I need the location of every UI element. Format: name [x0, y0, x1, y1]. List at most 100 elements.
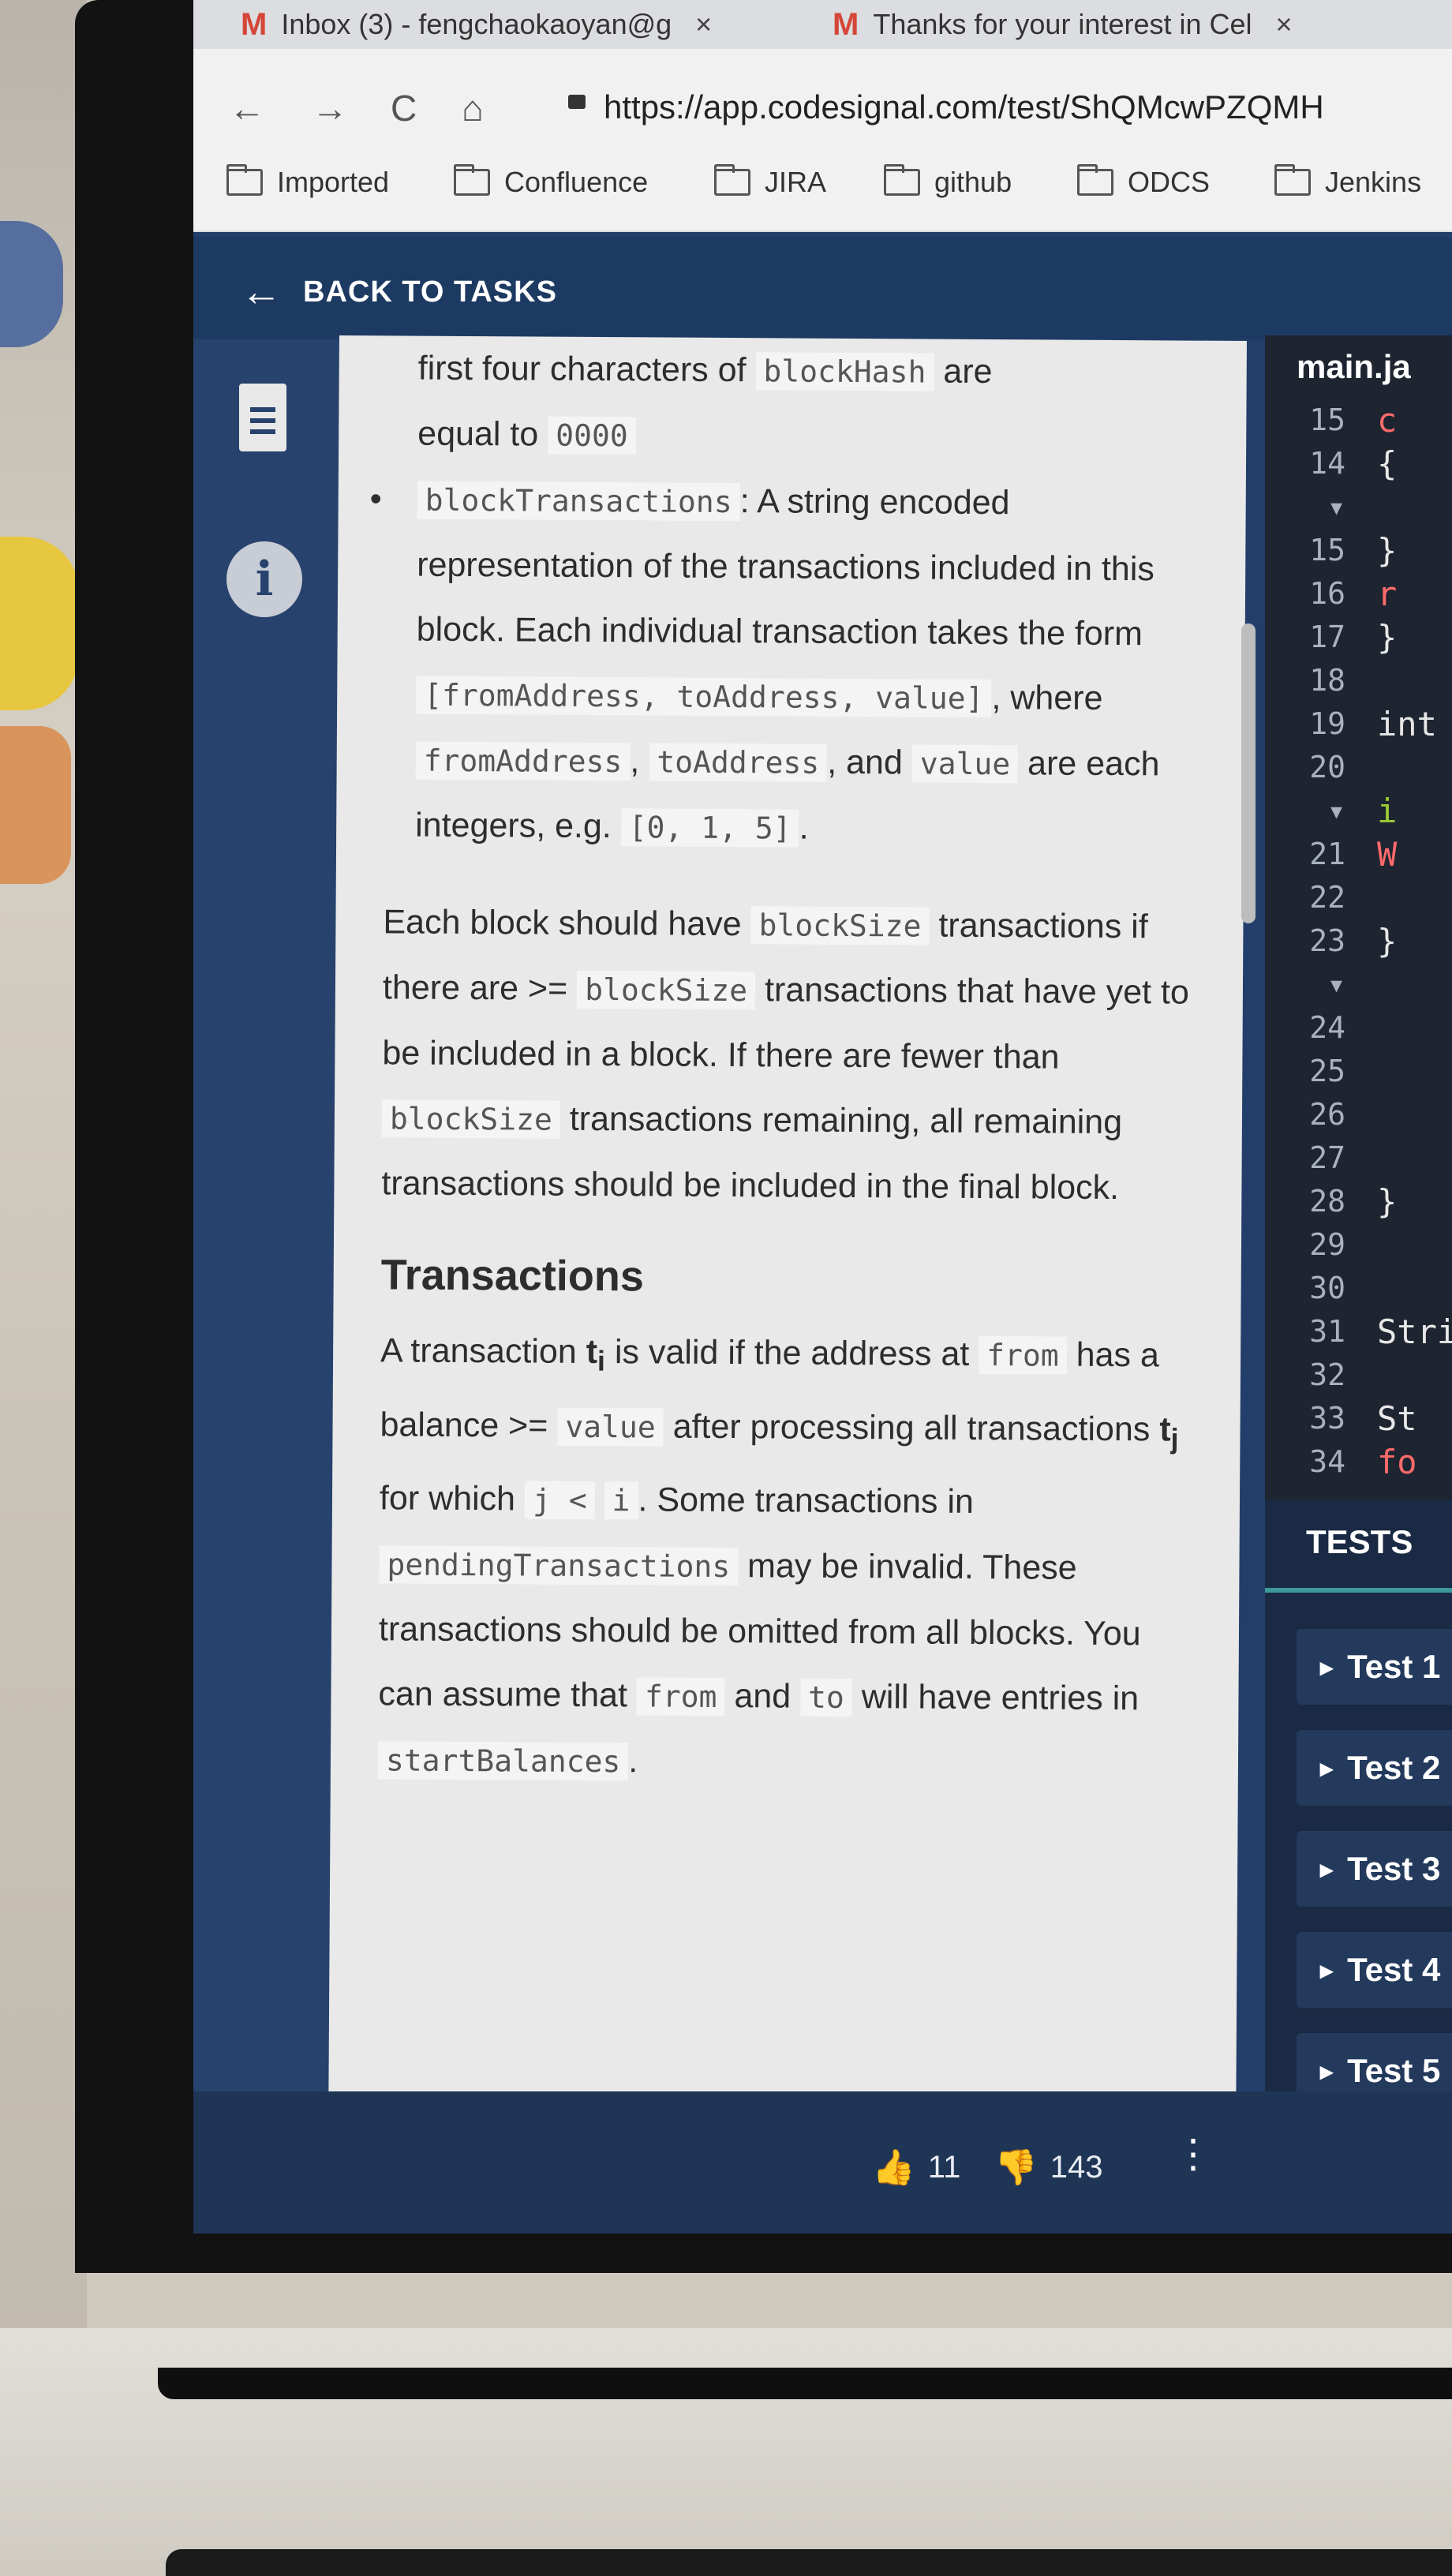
document-icon[interactable]	[239, 384, 286, 451]
bookmark-confluence[interactable]: Confluence	[454, 164, 649, 199]
inline-code: i	[604, 1481, 638, 1520]
bookmark-label: ODCS	[1128, 166, 1211, 198]
line-number: 26	[1309, 1097, 1345, 1132]
test-case-4[interactable]: Test 4	[1297, 1932, 1452, 2008]
code-line: i	[1377, 792, 1398, 830]
line-number: 25	[1309, 1054, 1345, 1088]
task-description-panel: first four characters of blockHash are e…	[328, 335, 1247, 2132]
reload-icon[interactable]: C	[391, 87, 417, 129]
browser-tab-thanks[interactable]: M Thanks for your interest in Cel ×	[833, 0, 1293, 49]
description-scrollbar[interactable]	[1241, 623, 1256, 923]
tab-title: Thanks for your interest in Cel	[873, 8, 1252, 40]
close-tab-icon[interactable]: ×	[695, 8, 712, 41]
thumbs-down-icon: 👎	[994, 2148, 1038, 2187]
inline-code: blockSize	[577, 970, 756, 1010]
bookmark-label: Confluence	[504, 166, 649, 198]
inline-code: from	[979, 1335, 1067, 1375]
line-number: 22	[1309, 880, 1345, 915]
code-line: c	[1377, 401, 1398, 440]
folder-icon	[226, 164, 263, 196]
laptop-screen: M Inbox (3) - fengchaokaoyan@g × M Thank…	[193, 0, 1452, 2233]
background-object-yellow	[0, 537, 79, 710]
back-to-tasks-button[interactable]: ← BACK TO TASKS	[241, 268, 557, 316]
code-line: {	[1377, 444, 1398, 483]
info-icon[interactable]: i	[226, 541, 302, 617]
inline-code: blockSize	[750, 906, 930, 945]
bookmark-github[interactable]: github	[884, 164, 1012, 199]
test-case-2[interactable]: Test 2	[1297, 1730, 1452, 1806]
line-number: 23 ▾	[1309, 923, 1345, 1002]
bookmark-label: Jenkins	[1325, 166, 1422, 198]
bookmark-odcs[interactable]: ODCS	[1077, 164, 1211, 199]
folder-icon	[1274, 164, 1311, 196]
inline-code: fromAddress	[415, 741, 631, 781]
bookmark-imported[interactable]: Imported	[226, 164, 390, 199]
browser-tab-inbox[interactable]: M Inbox (3) - fengchaokaoyan@g ×	[241, 0, 712, 49]
back-arrow-icon: ←	[241, 269, 283, 315]
code-line: St	[1377, 1399, 1417, 1438]
line-number: 24	[1309, 1010, 1345, 1045]
laptop-hinge	[158, 2368, 1452, 2399]
inline-code: [fromAddress, toAddress, value]	[416, 676, 992, 718]
background-object-blue	[0, 221, 63, 347]
line-number: 19	[1309, 706, 1345, 741]
line-number: 18	[1309, 663, 1345, 698]
tests-title: TESTS	[1306, 1523, 1413, 1560]
tab-title: Inbox (3) - fengchaokaoyan@g	[281, 8, 672, 40]
code-line: }	[1377, 618, 1398, 657]
folder-icon	[884, 164, 920, 196]
inline-code: blockTransactions	[417, 481, 740, 522]
line-number: 27	[1309, 1140, 1345, 1175]
bookmark-label: Imported	[277, 166, 390, 198]
bookmark-label: github	[934, 166, 1012, 198]
line-number: 28	[1309, 1184, 1345, 1219]
task-description: first four characters of blockHash are e…	[377, 335, 1207, 1798]
code-line: Stri	[1377, 1312, 1452, 1351]
bookmark-jira[interactable]: JIRA	[714, 164, 827, 199]
url-field[interactable]: https://app.codesignal.com/test/ShQMcwPZ…	[604, 88, 1324, 126]
code-line: }	[1377, 1182, 1398, 1221]
close-tab-icon[interactable]: ×	[1276, 8, 1293, 41]
back-arrow-icon[interactable]: ←	[229, 87, 265, 129]
folder-icon	[454, 164, 490, 196]
description-paragraph: first four characters of blockHash are e…	[417, 349, 993, 455]
thumbs-up-icon: 👍	[872, 2148, 915, 2187]
upvote-count: 11	[927, 2149, 961, 2185]
home-icon[interactable]: ⌂	[462, 87, 484, 129]
forward-arrow-icon[interactable]: →	[312, 87, 348, 129]
line-number: 30	[1309, 1271, 1345, 1305]
bookmark-jenkins[interactable]: Jenkins	[1274, 164, 1422, 199]
back-to-tasks-label: BACK TO TASKS	[303, 275, 557, 309]
editor-file-tab[interactable]: main.ja	[1265, 335, 1452, 399]
code-line: }	[1377, 922, 1398, 960]
inline-code: toAddress	[649, 743, 828, 782]
inline-code: value	[557, 1407, 664, 1447]
line-number: 21	[1309, 837, 1345, 871]
line-number: 29	[1309, 1227, 1345, 1262]
section-heading: Transactions	[380, 1251, 645, 1301]
laptop-keyboard-edge	[166, 2549, 1452, 2576]
line-number: 20 ▾	[1309, 750, 1345, 828]
more-options-icon[interactable]: ⋮	[1173, 2134, 1213, 2174]
bookmark-label: JIRA	[765, 166, 827, 198]
inline-code: blockHash	[755, 352, 934, 391]
tests-underline	[1265, 1588, 1452, 1593]
test-case-3[interactable]: Test 3	[1297, 1831, 1452, 1907]
gmail-icon: M	[241, 6, 268, 42]
description-paragraph: A transaction ti is valid if the address…	[377, 1331, 1179, 1781]
inline-code: pendingTransactions	[379, 1545, 739, 1586]
upvote-button[interactable]: 👍 11	[872, 2147, 960, 2188]
line-number: 31	[1309, 1314, 1345, 1349]
line-number: 33	[1309, 1401, 1345, 1436]
inline-code: to	[799, 1678, 853, 1717]
inline-code: [0, 1, 5]	[620, 808, 799, 848]
downvote-button[interactable]: 👎 143	[994, 2147, 1103, 2188]
test-case-1[interactable]: Test 1	[1297, 1629, 1452, 1705]
line-number: 17	[1309, 620, 1345, 654]
folder-icon	[714, 164, 750, 196]
description-footer	[193, 2091, 1452, 2233]
